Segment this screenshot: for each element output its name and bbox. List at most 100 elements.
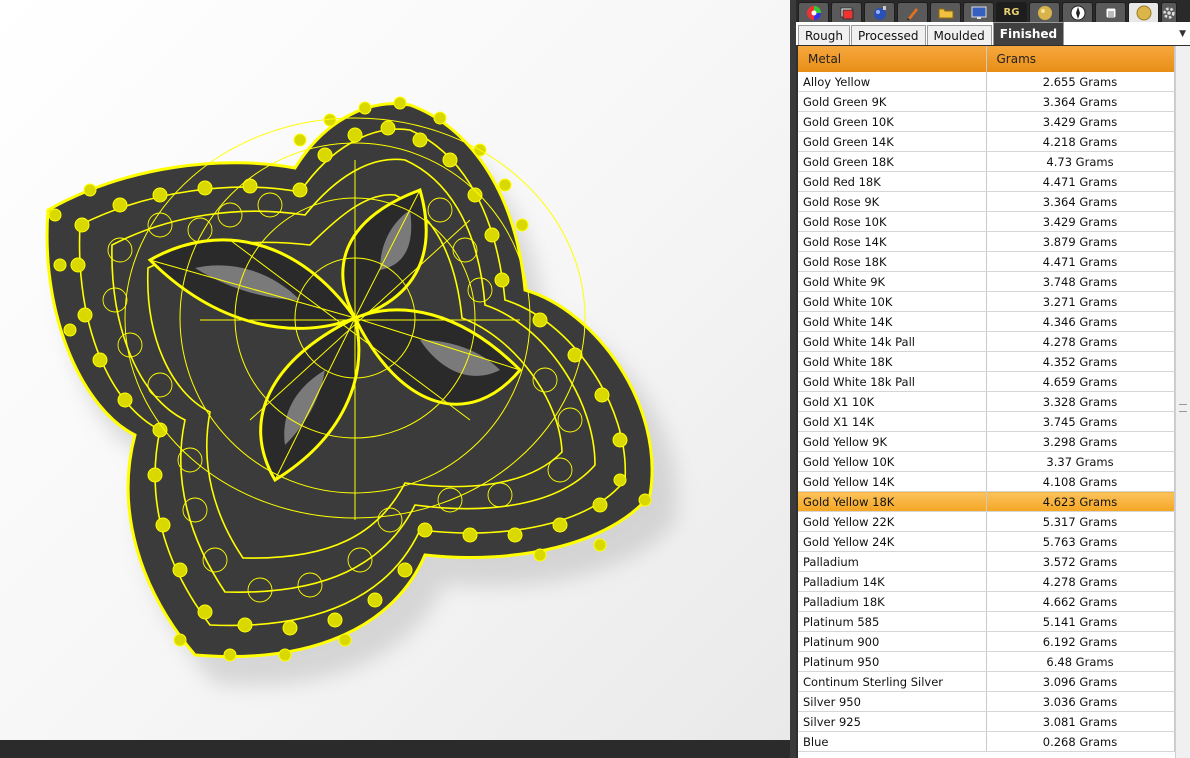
table-row[interactable]: Platinum 585 5.141 Grams <box>798 611 1175 632</box>
table-row[interactable]: Continum Sterling Silver 3.096 Grams <box>798 671 1175 692</box>
table-row[interactable]: Gold Yellow 14K 4.108 Grams <box>798 471 1175 492</box>
table-row[interactable]: Silver 950 3.036 Grams <box>798 691 1175 712</box>
table-header-row: Metal Grams <box>798 46 1175 72</box>
table-row[interactable]: Gold X1 14K 3.745 Grams <box>798 411 1175 432</box>
3d-viewport[interactable] <box>0 0 790 740</box>
grams-cell: 4.73 Grams <box>986 151 1175 172</box>
tab-moulded[interactable]: Moulded <box>926 25 992 45</box>
table-row[interactable]: Gold Green 10K 3.429 Grams <box>798 111 1175 132</box>
tab-rough[interactable]: Rough <box>798 25 850 45</box>
tab-processed[interactable]: Processed <box>850 25 926 45</box>
table-row[interactable]: Gold Green 9K 3.364 Grams <box>798 91 1175 112</box>
table-row[interactable]: Gold Green 14K 4.218 Grams <box>798 131 1175 152</box>
table-row[interactable]: Gold White 9K 3.748 Grams <box>798 271 1175 292</box>
table-row[interactable]: Gold White 14k Pall 4.278 Grams <box>798 331 1175 352</box>
metal-name-cell: Continum Sterling Silver <box>798 671 987 692</box>
table-row[interactable]: Gold White 18k Pall 4.659 Grams <box>798 371 1175 392</box>
table-row[interactable]: Gold X1 10K 3.328 Grams <box>798 391 1175 412</box>
gear-icon[interactable] <box>1161 2 1177 22</box>
column-header-metal[interactable]: Metal <box>798 46 987 72</box>
metal-name-cell: Alloy Yellow <box>798 72 987 92</box>
column-header-grams[interactable]: Grams <box>986 46 1175 72</box>
layers-icon[interactable] <box>831 2 862 22</box>
metal-name-cell: Gold Yellow 22K <box>798 511 987 532</box>
metal-name-cell: Gold Yellow 18K <box>798 491 987 512</box>
tab-finished[interactable]: Finished <box>992 22 1065 45</box>
rg-logo-icon[interactable]: RG <box>996 2 1027 22</box>
wireframe-jewelry-model[interactable] <box>0 0 790 740</box>
metal-name-cell: Gold Green 9K <box>798 91 987 112</box>
grams-cell: 3.298 Grams <box>986 431 1175 452</box>
table-scrollbar[interactable] <box>1175 46 1190 758</box>
table-row[interactable]: Gold Green 18K 4.73 Grams <box>798 151 1175 172</box>
viewport-status-strip <box>0 740 790 758</box>
grams-cell: 6.192 Grams <box>986 631 1175 652</box>
metal-name-cell: Palladium <box>798 551 987 572</box>
grams-cell: 3.879 Grams <box>986 231 1175 252</box>
table-row[interactable]: Gold Yellow 22K 5.317 Grams <box>798 511 1175 532</box>
table-row[interactable]: Gold Rose 9K 3.364 Grams <box>798 191 1175 212</box>
table-row[interactable]: Gold Yellow 10K 3.37 Grams <box>798 451 1175 472</box>
render-sphere-icon[interactable] <box>864 2 895 22</box>
table-row[interactable]: Palladium 14K 4.278 Grams <box>798 571 1175 592</box>
grams-cell: 4.278 Grams <box>986 571 1175 592</box>
chevron-down-icon: ▼ <box>1179 28 1186 39</box>
table-row[interactable]: Gold White 10K 3.271 Grams <box>798 291 1175 312</box>
metal-name-cell: Gold X1 14K <box>798 411 987 432</box>
table-row[interactable]: Palladium 3.572 Grams <box>798 551 1175 572</box>
table-row[interactable]: Platinum 950 6.48 Grams <box>798 651 1175 672</box>
metal-name-cell: Silver 925 <box>798 711 987 732</box>
metal-name-cell: Gold Red 18K <box>798 171 987 192</box>
table-row[interactable]: Gold Rose 14K 3.879 Grams <box>798 231 1175 252</box>
display-icon[interactable] <box>963 2 994 22</box>
grams-cell: 2.655 Grams <box>986 72 1175 92</box>
grams-cell: 5.317 Grams <box>986 511 1175 532</box>
table-row[interactable]: Gold White 18K 4.352 Grams <box>798 351 1175 372</box>
grams-cell: 5.763 Grams <box>986 531 1175 552</box>
metal-weight-table: Metal Grams Alloy Yellow 2.655 Grams Gold … <box>798 46 1175 758</box>
table-row[interactable]: Gold Rose 10K 3.429 Grams <box>798 211 1175 232</box>
metal-name-cell: Gold Yellow 10K <box>798 451 987 472</box>
metal-name-cell: Gold Rose 10K <box>798 211 987 232</box>
metal-name-cell: Silver 950 <box>798 691 987 712</box>
table-row[interactable]: Gold Yellow 18K 4.623 Grams <box>798 491 1175 512</box>
color-wheel-icon[interactable] <box>798 2 829 22</box>
table-row[interactable]: Gold Red 18K 4.471 Grams <box>798 171 1175 192</box>
table-row[interactable]: Palladium 18K 4.662 Grams <box>798 591 1175 612</box>
metal-name-cell: Gold Rose 9K <box>798 191 987 212</box>
scrollbar-grip[interactable] <box>1179 404 1187 412</box>
compass-icon[interactable] <box>1062 2 1093 22</box>
table-row[interactable]: Gold Rose 18K 4.471 Grams <box>798 251 1175 272</box>
pencil-icon[interactable] <box>897 2 928 22</box>
gold-sphere-icon[interactable] <box>1029 2 1060 22</box>
table-row[interactable]: Platinum 900 6.192 Grams <box>798 631 1175 652</box>
table-row[interactable]: Blue 0.268 Grams <box>798 731 1175 752</box>
metal-name-cell: Gold White 10K <box>798 291 987 312</box>
weight-calculator-panel: RG Rough Processed Moulded Finished ▼ Me… <box>796 0 1190 758</box>
grams-cell: 3.271 Grams <box>986 291 1175 312</box>
folder-icon[interactable] <box>930 2 961 22</box>
ring-icon[interactable] <box>1095 2 1126 22</box>
grams-cell: 4.346 Grams <box>986 311 1175 332</box>
table-row[interactable]: Silver 925 3.081 Grams <box>798 711 1175 732</box>
grams-cell: 0.268 Grams <box>986 731 1175 752</box>
weight-stage-tabs: Rough Processed Moulded Finished ▼ <box>796 22 1190 45</box>
grams-cell: 3.745 Grams <box>986 411 1175 432</box>
tab-overflow-dropdown[interactable]: ▼ <box>1065 22 1190 45</box>
grams-cell: 4.471 Grams <box>986 171 1175 192</box>
metal-name-cell: Gold Rose 18K <box>798 251 987 272</box>
table-row[interactable]: Gold White 14K 4.346 Grams <box>798 311 1175 332</box>
table-row[interactable]: Gold Yellow 9K 3.298 Grams <box>798 431 1175 452</box>
grams-cell: 3.429 Grams <box>986 111 1175 132</box>
table-row[interactable]: Gold Yellow 24K 5.763 Grams <box>798 531 1175 552</box>
metal-name-cell: Platinum 585 <box>798 611 987 632</box>
metal-name-cell: Gold White 14K <box>798 311 987 332</box>
metal-name-cell: Gold Green 18K <box>798 151 987 172</box>
table-row[interactable]: Alloy Yellow 2.655 Grams <box>798 72 1175 92</box>
grams-cell: 4.218 Grams <box>986 131 1175 152</box>
metal-name-cell: Gold Yellow 24K <box>798 531 987 552</box>
metal-name-cell: Gold White 18k Pall <box>798 371 987 392</box>
grams-cell: 4.659 Grams <box>986 371 1175 392</box>
gold-coin-icon[interactable] <box>1128 2 1159 22</box>
metal-name-cell: Gold Yellow 14K <box>798 471 987 492</box>
